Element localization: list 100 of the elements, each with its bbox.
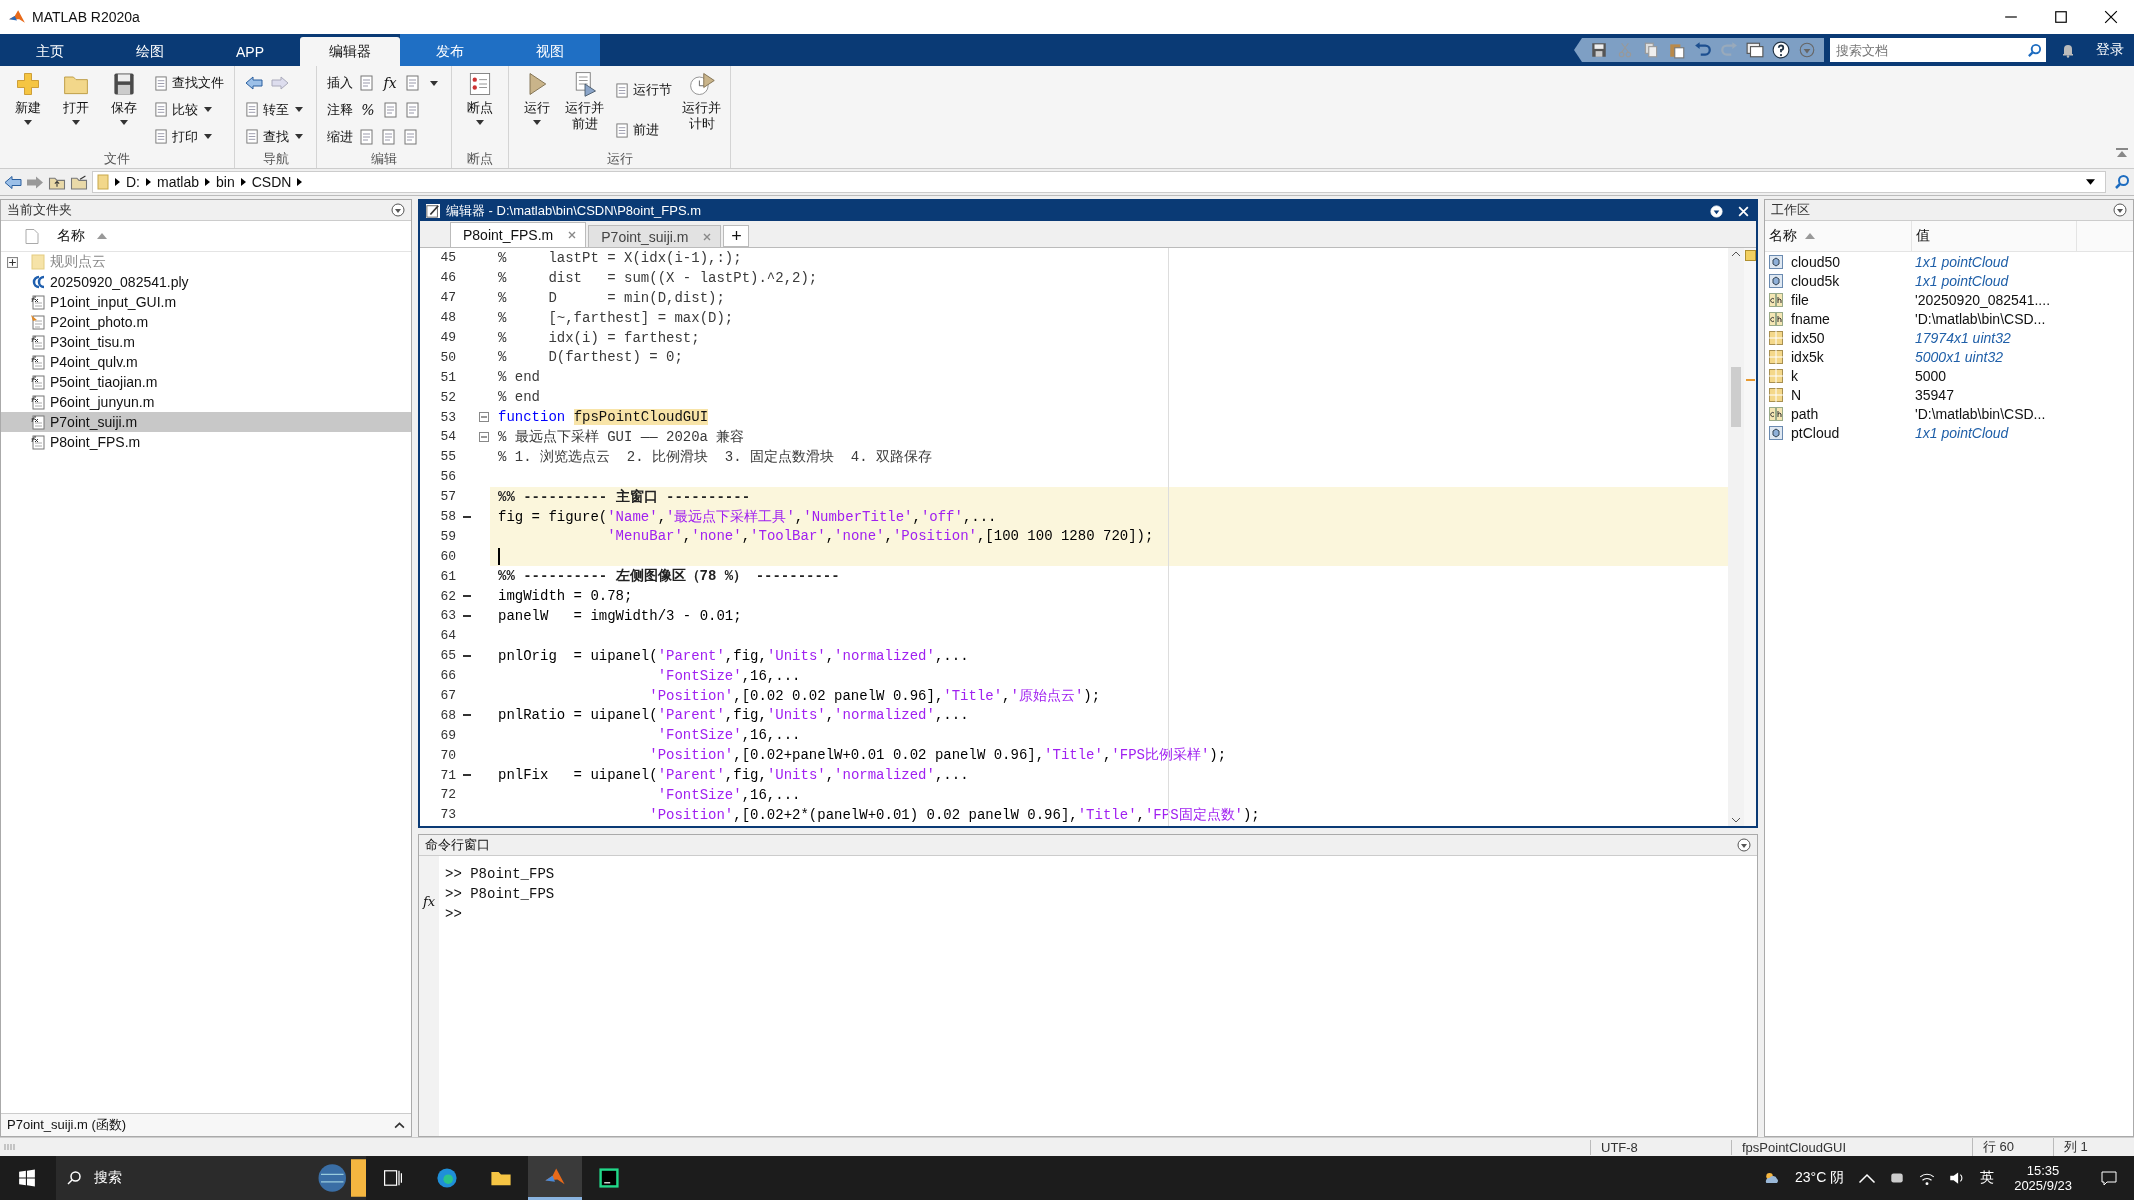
clock[interactable]: 15:35 2025/9/23: [2014, 1163, 2072, 1193]
file-item[interactable]: P3oint_tisu.m: [1, 332, 411, 352]
command-prompt[interactable]: >>: [445, 906, 555, 926]
matrix-icon: [1769, 387, 1783, 402]
paste-icon[interactable]: [1668, 41, 1686, 59]
panel-menu-icon[interactable]: [1737, 838, 1751, 852]
file-tab[interactable]: P7oint_suiji.m: [588, 225, 722, 247]
scrollbar[interactable]: [1728, 248, 1744, 826]
code-analyzer-indicator[interactable]: [1744, 250, 1756, 261]
weather-text[interactable]: 23°C 阴: [1795, 1169, 1845, 1187]
column-header[interactable]: 值: [1916, 227, 1930, 245]
column-header[interactable]: 名称: [57, 227, 85, 245]
windows-icon[interactable]: [1746, 41, 1764, 59]
weather-icon[interactable]: [1763, 1170, 1781, 1186]
variable-name[interactable]: fname: [1791, 310, 1830, 327]
ribbon-tab[interactable]: APP: [200, 34, 300, 66]
variable-name[interactable]: k: [1791, 367, 1798, 384]
file-item[interactable]: P2oint_photo.m: [1, 312, 411, 332]
file-tab[interactable]: P8oint_FPS.m: [450, 222, 587, 247]
taskbar-app[interactable]: [528, 1156, 582, 1200]
variable-name[interactable]: file: [1791, 291, 1809, 308]
toolstrip-button[interactable]: 插入: [327, 74, 353, 93]
collapse-icon[interactable]: [2116, 148, 2128, 158]
toolstrip-button[interactable]: 运行节: [615, 79, 672, 101]
windows-start-icon[interactable]: [18, 1169, 36, 1187]
ribbon-tab[interactable]: 视图: [500, 34, 600, 66]
toolstrip-button[interactable]: 比较: [154, 99, 224, 121]
scroll-up-icon[interactable]: [1731, 251, 1741, 257]
toolstrip-button[interactable]: 注释: [327, 101, 353, 119]
path-segment[interactable]: matlab: [157, 174, 200, 190]
toolstrip-button[interactable]: 查找文件: [154, 72, 224, 95]
panel-menu-icon[interactable]: [391, 203, 405, 217]
fold-toggle-icon[interactable]: [479, 431, 489, 442]
variable-name[interactable]: cloud5k: [1791, 272, 1840, 289]
toolstrip-button[interactable]: 打开: [54, 70, 98, 150]
path-segment[interactable]: CSDN: [251, 174, 292, 190]
warning-marker[interactable]: [1745, 379, 1755, 381]
help-icon[interactable]: [1772, 41, 1790, 59]
login-button[interactable]: 登录: [2086, 34, 2134, 66]
toolstrip-button[interactable]: 打印: [154, 125, 224, 148]
save-icon[interactable]: [1590, 41, 1608, 59]
panel-menu-icon[interactable]: [2113, 203, 2127, 217]
path-segment[interactable]: D:: [126, 174, 140, 190]
scrollbar-thumb[interactable]: [1731, 367, 1741, 427]
expand-up-icon[interactable]: [394, 1121, 405, 1129]
column-header[interactable]: 名称: [1769, 227, 1797, 245]
toolstrip-button[interactable]: 缩进: [327, 127, 353, 146]
path-field[interactable]: D: matlab bin CSDN: [92, 171, 2106, 193]
toolstrip-button[interactable]: 前进: [615, 119, 672, 141]
back-arrow-icon[interactable]: [4, 174, 22, 190]
variable-name[interactable]: idx5k: [1791, 348, 1824, 365]
toolstrip-button[interactable]: %: [359, 102, 377, 118]
expand-icon[interactable]: [7, 256, 18, 268]
caret-icon[interactable]: [2086, 179, 2095, 185]
line-number: 45: [439, 250, 456, 266]
file-item[interactable]: P4oint_qulv.m: [1, 352, 411, 372]
function-browser-button[interactable]: fx: [422, 894, 436, 909]
toolstrip-button[interactable]: 运行: [515, 70, 559, 150]
file-item[interactable]: P1oint_input_GUI.m: [1, 292, 411, 312]
notification-icon[interactable]: [2100, 1170, 2118, 1186]
details-bar[interactable]: P7oint_suiji.m (函数): [1, 1113, 411, 1136]
toolstrip-button[interactable]: 运行并前进: [563, 70, 607, 150]
path-segment[interactable]: bin: [216, 174, 235, 190]
ribbon-tab[interactable]: 发布: [400, 34, 500, 66]
toolstrip-button[interactable]: 查找: [245, 125, 306, 148]
search-icon[interactable]: [2114, 174, 2130, 190]
ribbon-tab[interactable]: 主页: [0, 34, 100, 66]
ribbon-tab[interactable]: 绘图: [100, 34, 200, 66]
close-icon[interactable]: [2104, 10, 2118, 24]
scroll-down-icon[interactable]: [1731, 817, 1741, 823]
back-arrow-icon[interactable]: [245, 76, 263, 91]
variable-name[interactable]: ptCloud: [1791, 424, 1840, 441]
toolstrip-button[interactable]: 转至: [245, 99, 306, 121]
toolstrip-button[interactable]: 运行并计时: [680, 70, 724, 150]
file-item[interactable]: P8oint_FPS.m: [1, 432, 411, 452]
maximize-icon[interactable]: [2054, 10, 2068, 24]
toolstrip-button[interactable]: fx: [381, 75, 399, 92]
add-tab-button[interactable]: +: [723, 225, 750, 247]
variable-name[interactable]: idx50: [1791, 329, 1825, 346]
file-item[interactable]: 规则点云: [1, 252, 411, 272]
fold-toggle-icon[interactable]: [479, 412, 489, 423]
ribbon-tab[interactable]: 编辑器: [300, 37, 400, 66]
toolstrip-button[interactable]: 新建: [6, 70, 50, 150]
file-item[interactable]: P7oint_suiji.m: [1, 412, 411, 432]
variable-name[interactable]: path: [1791, 405, 1819, 422]
input-method-indicator[interactable]: 英: [1980, 1169, 1995, 1187]
undo-icon[interactable]: [1694, 41, 1712, 59]
chevron-icon: [146, 178, 151, 186]
toolstrip-button[interactable]: 保存: [102, 70, 146, 150]
search-field[interactable]: 搜索文档: [1830, 38, 2046, 62]
file-item[interactable]: 20250920_082541.ply: [1, 272, 411, 292]
toolstrip-button[interactable]: 断点: [458, 70, 502, 150]
file-item[interactable]: P6oint_junyun.m: [1, 392, 411, 412]
browse-folder-icon[interactable]: [70, 174, 88, 190]
file-item[interactable]: P5oint_tiaojian.m: [1, 372, 411, 392]
taskbar-search[interactable]: 搜索: [56, 1156, 366, 1200]
variable-name[interactable]: cloud50: [1791, 253, 1841, 270]
variable-name[interactable]: N: [1791, 386, 1802, 403]
caret-icon[interactable]: [430, 80, 438, 86]
line-number: 54: [439, 429, 456, 445]
